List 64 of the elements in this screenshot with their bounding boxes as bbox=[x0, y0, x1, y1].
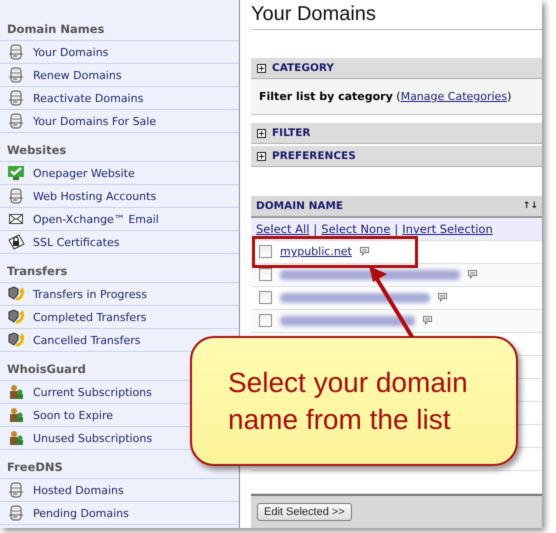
sidebar-link[interactable]: Pending Domains bbox=[33, 506, 129, 520]
sidebar-link[interactable]: Soon to Expire bbox=[33, 408, 113, 422]
panel-header[interactable]: PREFERENCES bbox=[251, 146, 542, 167]
expand-icon[interactable] bbox=[257, 152, 266, 160]
panel-header[interactable]: FILTER bbox=[251, 123, 542, 144]
sidebar-link[interactable]: SSL Certificates bbox=[33, 236, 120, 248]
selection-link[interactable]: Select All bbox=[256, 222, 310, 236]
sidebar-link[interactable]: Cancelled Transfers bbox=[33, 334, 141, 346]
separator: | bbox=[394, 222, 398, 236]
column-header[interactable]: DOMAIN NAME bbox=[256, 200, 344, 212]
user-lock-icon bbox=[8, 407, 24, 423]
checkbox[interactable] bbox=[259, 291, 272, 304]
transfer-arrows-icon bbox=[7, 332, 25, 348]
sort-icon[interactable]: ↑↓ bbox=[522, 200, 538, 211]
note-icon[interactable] bbox=[360, 247, 369, 256]
section-heading: FreeDNS bbox=[7, 460, 63, 474]
checkbox[interactable] bbox=[259, 268, 272, 282]
sidebar-link[interactable]: Transfers in Progress bbox=[33, 288, 147, 300]
manage-categories-link[interactable]: Manage Categories bbox=[400, 90, 508, 103]
selection-link[interactable]: Invert Selection bbox=[402, 222, 493, 236]
section-heading: Websites bbox=[7, 143, 66, 157]
sidebar-link[interactable]: Your Domains bbox=[33, 46, 108, 58]
selection-link[interactable]: Select None bbox=[321, 222, 390, 236]
expand-icon[interactable] bbox=[257, 64, 266, 72]
sidebar-link[interactable]: Renew Domains bbox=[33, 68, 122, 82]
server-icon bbox=[8, 67, 24, 83]
domain-link[interactable]: mypublic.net bbox=[280, 245, 352, 258]
server-icon bbox=[8, 188, 24, 204]
filter-description: Filter list by category (Manage Categories) bbox=[259, 90, 512, 103]
server-icon bbox=[8, 505, 24, 521]
note-icon[interactable] bbox=[423, 316, 432, 326]
page-title: Your Domains bbox=[251, 3, 542, 30]
sidebar-link[interactable]: Completed Transfers bbox=[33, 310, 146, 324]
user-lock-icon bbox=[8, 384, 24, 400]
checkbox[interactable] bbox=[259, 314, 272, 328]
transfer-arrows-icon bbox=[7, 309, 25, 325]
section-heading: Domain Names bbox=[7, 22, 104, 36]
check-monitor-icon bbox=[7, 165, 25, 181]
sidebar-link[interactable]: Current Subscriptions bbox=[33, 386, 152, 398]
sidebar-link[interactable]: Hosted Domains bbox=[33, 484, 124, 496]
section-heading: Transfers bbox=[7, 264, 68, 278]
transfer-arrows-icon bbox=[7, 286, 25, 302]
section-heading: WhoisGuard bbox=[7, 362, 86, 376]
sidebar-link[interactable]: Web Hosting Accounts bbox=[33, 190, 156, 202]
sidebar-link[interactable]: Open-Xchange™ Email bbox=[33, 212, 159, 226]
lock-certificate-icon bbox=[7, 233, 25, 251]
note-icon[interactable] bbox=[438, 293, 447, 302]
sidebar-link[interactable]: Unused Subscriptions bbox=[33, 432, 152, 444]
server-icon bbox=[8, 113, 24, 129]
checkbox[interactable] bbox=[259, 245, 272, 258]
expand-icon[interactable] bbox=[257, 128, 266, 138]
note-icon[interactable] bbox=[468, 270, 477, 280]
server-icon bbox=[8, 44, 24, 60]
panel-header[interactable]: CATEGORY bbox=[251, 58, 542, 79]
envelope-icon bbox=[8, 211, 24, 227]
server-icon bbox=[8, 90, 24, 106]
user-lock-icon bbox=[8, 430, 24, 446]
sidebar-link[interactable]: Your Domains For Sale bbox=[33, 114, 156, 128]
edit-selected-button[interactable]: Edit Selected >> bbox=[257, 502, 352, 521]
sidebar-link[interactable]: Onepager Website bbox=[33, 166, 135, 180]
callout-text: Select your domain name from the list bbox=[228, 366, 469, 437]
server-icon bbox=[8, 482, 24, 498]
sidebar-link[interactable]: Reactivate Domains bbox=[33, 92, 144, 104]
separator: | bbox=[313, 222, 318, 236]
